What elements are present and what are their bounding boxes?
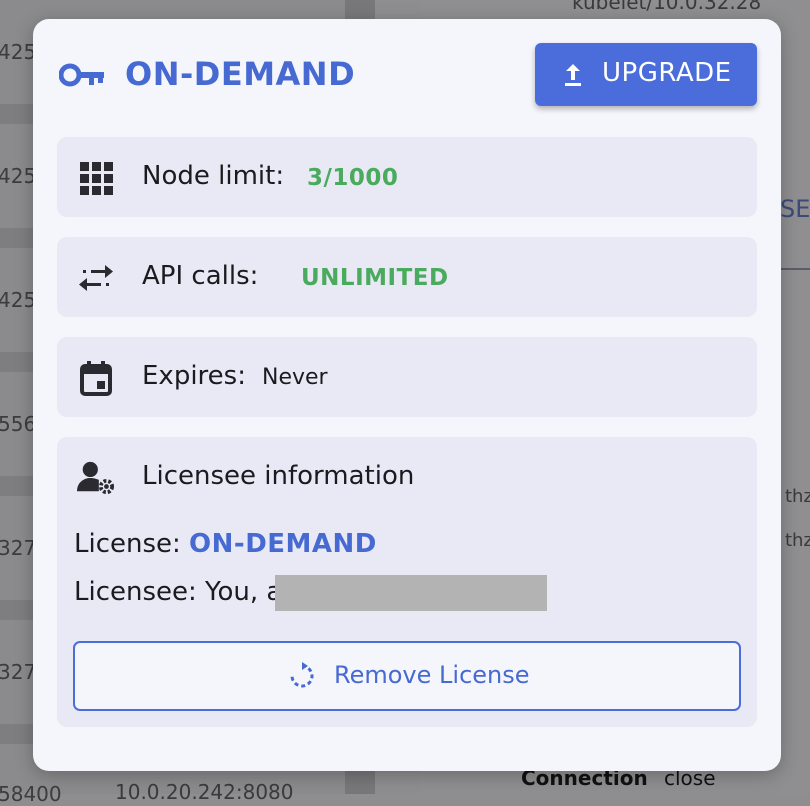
background-cell: 327 bbox=[0, 536, 37, 560]
expires-card: Expires: Never bbox=[57, 337, 757, 417]
node-limit-label: Node limit: bbox=[142, 161, 285, 191]
background-cell: 58400 bbox=[0, 782, 62, 806]
background-text: thz bbox=[785, 530, 810, 551]
background-text: SE bbox=[780, 195, 810, 223]
license-line: License: ON-DEMAND bbox=[74, 529, 377, 559]
background-text: kubelet/10.0.32.28 bbox=[572, 0, 762, 14]
upgrade-button-label: UPGRADE bbox=[602, 58, 732, 88]
background-text: thz bbox=[785, 486, 810, 507]
background-cell: 327 bbox=[0, 660, 37, 684]
licensee-line: Licensee: You, a bbox=[74, 577, 282, 607]
licensee-label: Licensee: You, a bbox=[74, 577, 283, 607]
refresh-icon bbox=[290, 662, 314, 688]
licensee-card: Licensee information License: ON-DEMAND … bbox=[57, 437, 757, 727]
upgrade-button[interactable]: UPGRADE bbox=[535, 43, 757, 106]
expires-value: Never bbox=[262, 365, 328, 390]
background-cell: 425 bbox=[0, 40, 37, 64]
node-limit-value: 3/1000 bbox=[307, 165, 399, 191]
api-calls-label: API calls: bbox=[142, 261, 259, 291]
calendar-icon bbox=[80, 361, 112, 396]
background-underline bbox=[780, 268, 810, 270]
user-gear-icon bbox=[77, 461, 115, 495]
expires-label: Expires: bbox=[142, 361, 246, 391]
background-text: 10.0.20.242:8080 bbox=[115, 780, 294, 804]
licensee-heading: Licensee information bbox=[142, 461, 415, 491]
license-modal: ON-DEMAND UPGRADE Node limit: 3/1000 API… bbox=[33, 19, 781, 771]
license-label: License: bbox=[74, 529, 181, 559]
api-calls-card: API calls: UNLIMITED bbox=[57, 237, 757, 317]
upload-arrow-icon bbox=[565, 64, 581, 86]
background-cell: 425 bbox=[0, 164, 37, 188]
remove-license-button[interactable]: Remove License bbox=[73, 641, 741, 711]
background-cell: 556 bbox=[0, 412, 37, 436]
grid-icon bbox=[80, 162, 113, 195]
modal-header: ON-DEMAND UPGRADE bbox=[33, 19, 781, 133]
remove-license-label: Remove License bbox=[334, 661, 530, 689]
background-cell: 425 bbox=[0, 288, 37, 312]
license-value: ON-DEMAND bbox=[189, 529, 377, 559]
api-calls-value: UNLIMITED bbox=[301, 265, 449, 291]
node-limit-card: Node limit: 3/1000 bbox=[57, 137, 757, 217]
swap-arrows-icon bbox=[79, 265, 113, 291]
key-icon bbox=[59, 63, 104, 87]
license-title: ON-DEMAND bbox=[125, 55, 356, 93]
redacted-email bbox=[275, 575, 547, 611]
